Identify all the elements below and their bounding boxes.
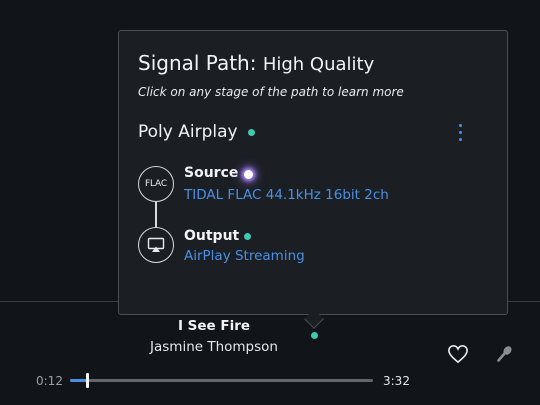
popover-hint: Click on any stage of the path to learn … <box>138 85 404 99</box>
more-vertical-icon <box>453 124 467 141</box>
progress-bar[interactable] <box>70 373 373 388</box>
lyrics-button[interactable] <box>495 344 515 364</box>
track-title: I See Fire <box>177 318 251 334</box>
popover-arrow-cover <box>300 308 328 314</box>
output-quality-dot <box>244 233 251 240</box>
popover-title-prefix: Signal Path: <box>138 51 257 75</box>
elapsed-time: 0:12 <box>36 374 63 388</box>
signal-path-indicator[interactable] <box>311 332 318 339</box>
favorite-button[interactable] <box>447 344 469 364</box>
device-status-dot <box>248 129 255 136</box>
microphone-icon <box>497 346 512 362</box>
source-stage-label[interactable]: Source <box>184 165 238 181</box>
source-stage-detail[interactable]: TIDAL FLAC 44.1kHz 16bit 2ch <box>184 187 389 203</box>
device-name: Poly Airplay <box>138 122 238 142</box>
progress-fill <box>70 379 87 382</box>
output-stage-detail[interactable]: AirPlay Streaming <box>184 248 305 264</box>
heart-icon <box>448 344 468 364</box>
output-stage-label[interactable]: Output <box>184 228 239 244</box>
airplay-icon <box>147 237 165 252</box>
progress-handle[interactable] <box>86 373 89 388</box>
signal-path-popover: Signal Path: High Quality Click on any s… <box>118 30 508 315</box>
player-screen: I See Fire Jasmine Thompson 0:12 3:32 Si… <box>0 0 540 405</box>
signal-quality-label: High Quality <box>262 54 375 75</box>
track-artist[interactable]: Jasmine Thompson <box>0 339 428 355</box>
signal-path-connector <box>155 202 157 227</box>
device-menu-button[interactable] <box>453 122 467 146</box>
popover-title: Signal Path: High Quality <box>138 51 374 75</box>
total-time: 3:32 <box>383 374 410 388</box>
output-stage-icon[interactable] <box>138 227 174 263</box>
source-quality-dot <box>244 170 253 179</box>
source-stage-icon[interactable]: FLAC <box>138 166 174 202</box>
flac-badge: FLAC <box>145 179 167 189</box>
